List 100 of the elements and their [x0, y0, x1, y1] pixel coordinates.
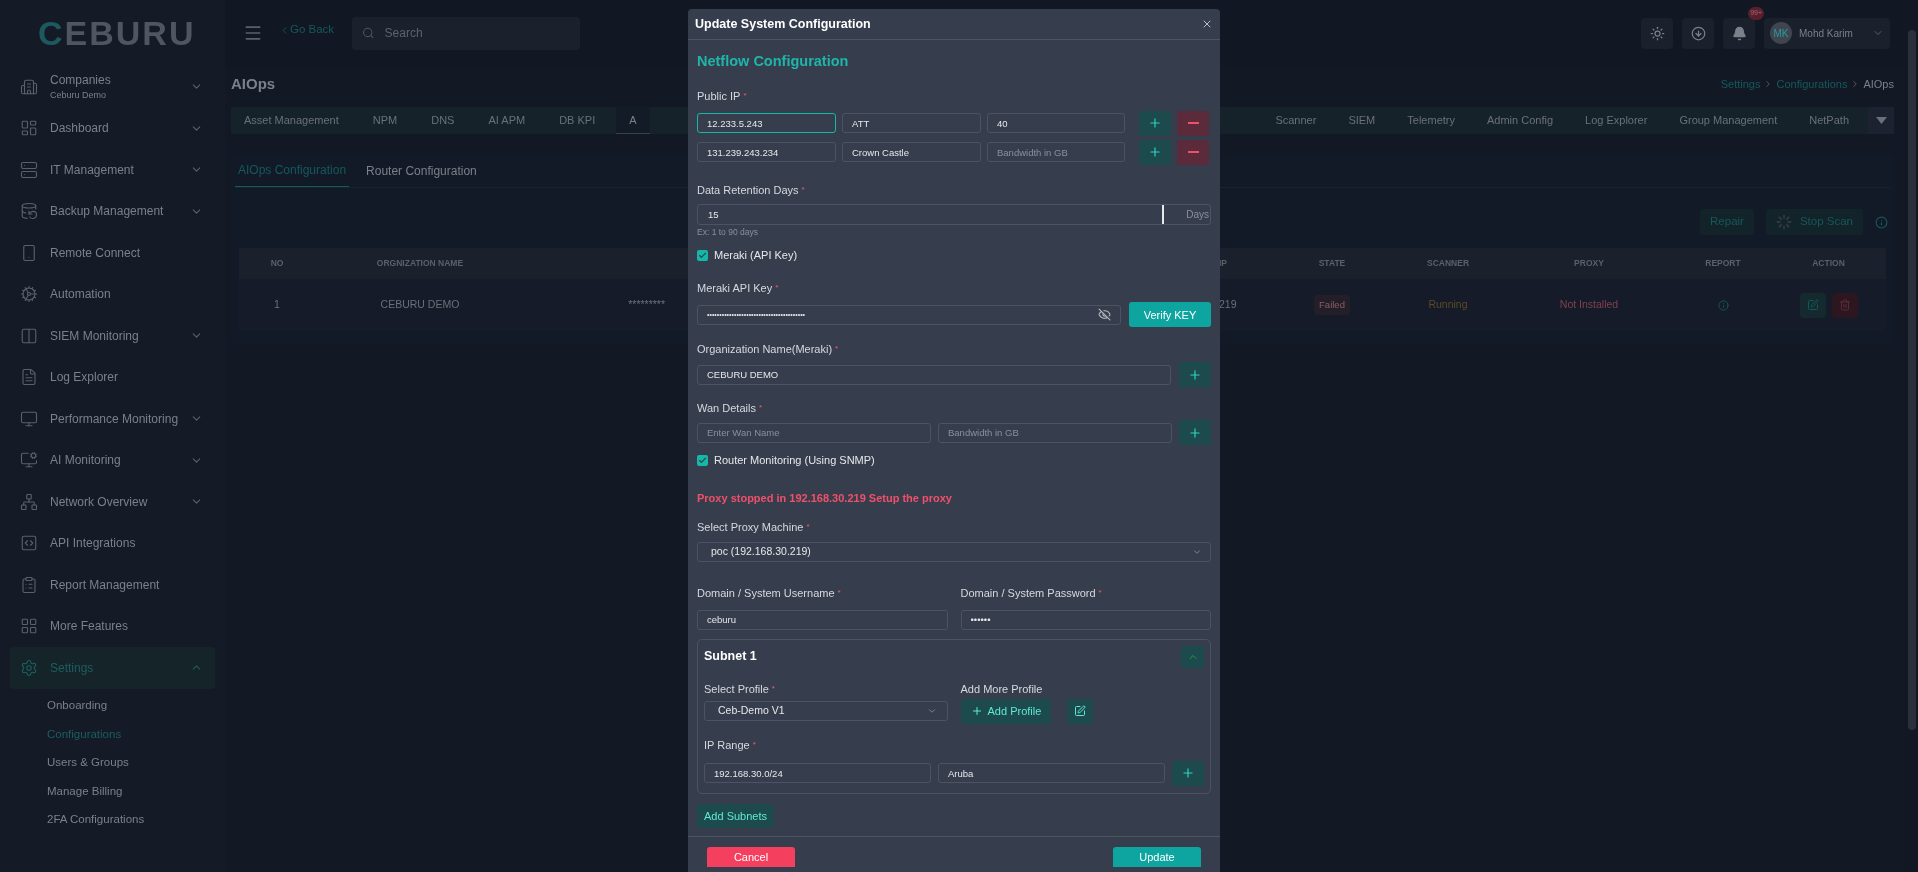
sidebar-item[interactable]: API Integrations: [10, 522, 215, 564]
sidebar-label: Network Overview: [50, 493, 149, 511]
add-button[interactable]: [1179, 362, 1211, 388]
scrollbar[interactable]: [1908, 30, 1916, 730]
sidebar-item[interactable]: SIEM Monitoring: [10, 315, 215, 357]
add-button[interactable]: [1172, 760, 1204, 786]
sidebar-label: Backup Management: [50, 203, 165, 221]
tab[interactable]: Scanner: [1262, 107, 1330, 134]
retention-field[interactable]: 15 Days: [697, 203, 1211, 225]
proxy-select[interactable]: poc (192.168.30.219): [697, 541, 1211, 562]
input-field[interactable]: 192.168.30.0/24: [704, 763, 931, 784]
input-field[interactable]: ceburu: [697, 609, 948, 630]
tab[interactable]: Asset Management: [231, 107, 352, 134]
sidebar-item[interactable]: AI Monitoring: [10, 439, 215, 481]
edit-icon: [1806, 299, 1819, 311]
edit-button[interactable]: [1067, 698, 1094, 724]
plus-icon: [1188, 425, 1202, 440]
submenu-item[interactable]: Manage Billing: [47, 777, 215, 806]
info-icon[interactable]: [1875, 215, 1888, 229]
sidebar-item[interactable]: IT Management: [10, 149, 215, 191]
sidebar-item[interactable]: More Features: [10, 605, 215, 647]
tab[interactable]: NPM: [359, 107, 411, 134]
tab[interactable]: DNS: [418, 107, 468, 134]
field-label: Select Proxy Machine $^{*}$: [697, 519, 810, 534]
menu-icon[interactable]: [243, 23, 263, 43]
input-field[interactable]: Aruba: [938, 763, 1165, 784]
input-field[interactable]: ATT: [842, 113, 981, 134]
submenu-item[interactable]: 2FA Configurations: [47, 805, 215, 834]
checkbox-label: Router Monitoring (Using SNMP): [714, 453, 875, 469]
page-title: AIOps: [231, 73, 276, 94]
user-menu[interactable]: MK Mohd Karim: [1764, 17, 1890, 49]
add-button[interactable]: [1139, 110, 1171, 136]
plus-icon: [1181, 766, 1195, 781]
info-icon[interactable]: [1717, 299, 1729, 311]
tab[interactable]: AI APM: [475, 107, 539, 134]
sidebar-item[interactable]: Network Overview: [10, 481, 215, 523]
subtab[interactable]: Router Configuration: [363, 154, 480, 187]
add-subnets-button[interactable]: Add Subnets: [697, 804, 774, 828]
tab[interactable]: A: [616, 107, 650, 134]
input-field[interactable]: 15: [698, 204, 1164, 224]
sidebar-item[interactable]: Dashboard: [10, 107, 215, 149]
add-button[interactable]: [1139, 139, 1171, 165]
input-field[interactable]: 131.239.243.234: [697, 142, 836, 163]
tab[interactable]: SIEM: [1335, 107, 1389, 134]
field-label: Add More Profile: [960, 681, 1044, 696]
search-box[interactable]: Search: [352, 16, 581, 50]
sidebar-item[interactable]: Report Management: [10, 564, 215, 606]
eye-off-icon[interactable]: [1098, 308, 1111, 322]
submenu-item[interactable]: Users & Groups: [47, 748, 215, 777]
checkbox[interactable]: [697, 455, 708, 466]
sidebar-label: Dashboard: [50, 120, 110, 138]
sidebar-item[interactable]: Performance Monitoring: [10, 398, 215, 440]
input-field[interactable]: Bandwidth in GB: [938, 422, 1172, 443]
notification-button[interactable]: [1723, 17, 1755, 49]
input-field[interactable]: 40: [987, 113, 1125, 134]
sidebar-item[interactable]: Log Explorer: [10, 356, 215, 398]
sidebar-label: Settings: [50, 659, 95, 677]
close-icon[interactable]: [1201, 18, 1213, 30]
tab[interactable]: NetPath: [1796, 107, 1862, 134]
table-cell-text: *********: [627, 297, 665, 313]
more-tabs-button[interactable]: [1868, 107, 1894, 134]
tab[interactable]: Telemetry: [1394, 107, 1468, 134]
input-field[interactable]: ••••••: [960, 609, 1211, 630]
theme-button[interactable]: [1641, 17, 1673, 49]
check-icon: [698, 456, 707, 465]
sidebar-label: AI Monitoring: [50, 452, 122, 470]
checkbox[interactable]: [697, 249, 708, 261]
status-badge: Failed: [1314, 294, 1350, 316]
tab[interactable]: Log Explorer: [1572, 107, 1661, 134]
plus-icon: [970, 705, 983, 718]
input-field[interactable]: CEBURU DEMO: [697, 364, 1171, 385]
input-field[interactable]: Enter Wan Name: [697, 422, 931, 443]
tab[interactable]: DB KPI: [546, 107, 609, 134]
sidebar-item[interactable]: Automation: [10, 273, 215, 315]
cog-icon: [20, 285, 38, 304]
remove-button[interactable]: [1177, 139, 1209, 165]
input-field[interactable]: 12.233.5.243: [697, 113, 836, 134]
input-field[interactable]: Crown Castle: [842, 142, 981, 163]
profile-select[interactable]: Ceb-Demo V1: [704, 700, 948, 721]
sidebar-item[interactable]: Remote Connect: [10, 232, 215, 274]
bell-icon: [1731, 25, 1747, 41]
warning-text: Proxy stopped in 192.168.30.219 Setup the proxy: [697, 490, 953, 505]
add-profile-button[interactable]: Add Profile: [960, 698, 1052, 724]
search-field[interactable]: Search: [384, 24, 571, 42]
phone-icon: [20, 243, 38, 262]
add-button[interactable]: [1179, 420, 1211, 446]
tab[interactable]: Admin Config: [1474, 107, 1567, 134]
download-button[interactable]: [1682, 17, 1714, 49]
submenu-item[interactable]: Onboarding: [47, 691, 215, 720]
update-button[interactable]: Update: [1113, 847, 1201, 867]
sidebar-label: Automation: [50, 286, 112, 304]
tab[interactable]: Group Management: [1666, 107, 1791, 134]
sidebar-item[interactable]: Companies Ceburu Demo: [10, 66, 215, 108]
cancel-button[interactable]: Cancel: [707, 847, 795, 867]
submenu-item[interactable]: Configurations: [47, 720, 215, 749]
verify-key-button[interactable]: Verify KEY: [1129, 302, 1211, 328]
remove-button[interactable]: [1177, 110, 1209, 136]
sidebar-item[interactable]: Backup Management: [10, 190, 215, 232]
collapse-button[interactable]: [1181, 645, 1204, 668]
input-field[interactable]: Bandwidth in GB: [987, 142, 1125, 163]
